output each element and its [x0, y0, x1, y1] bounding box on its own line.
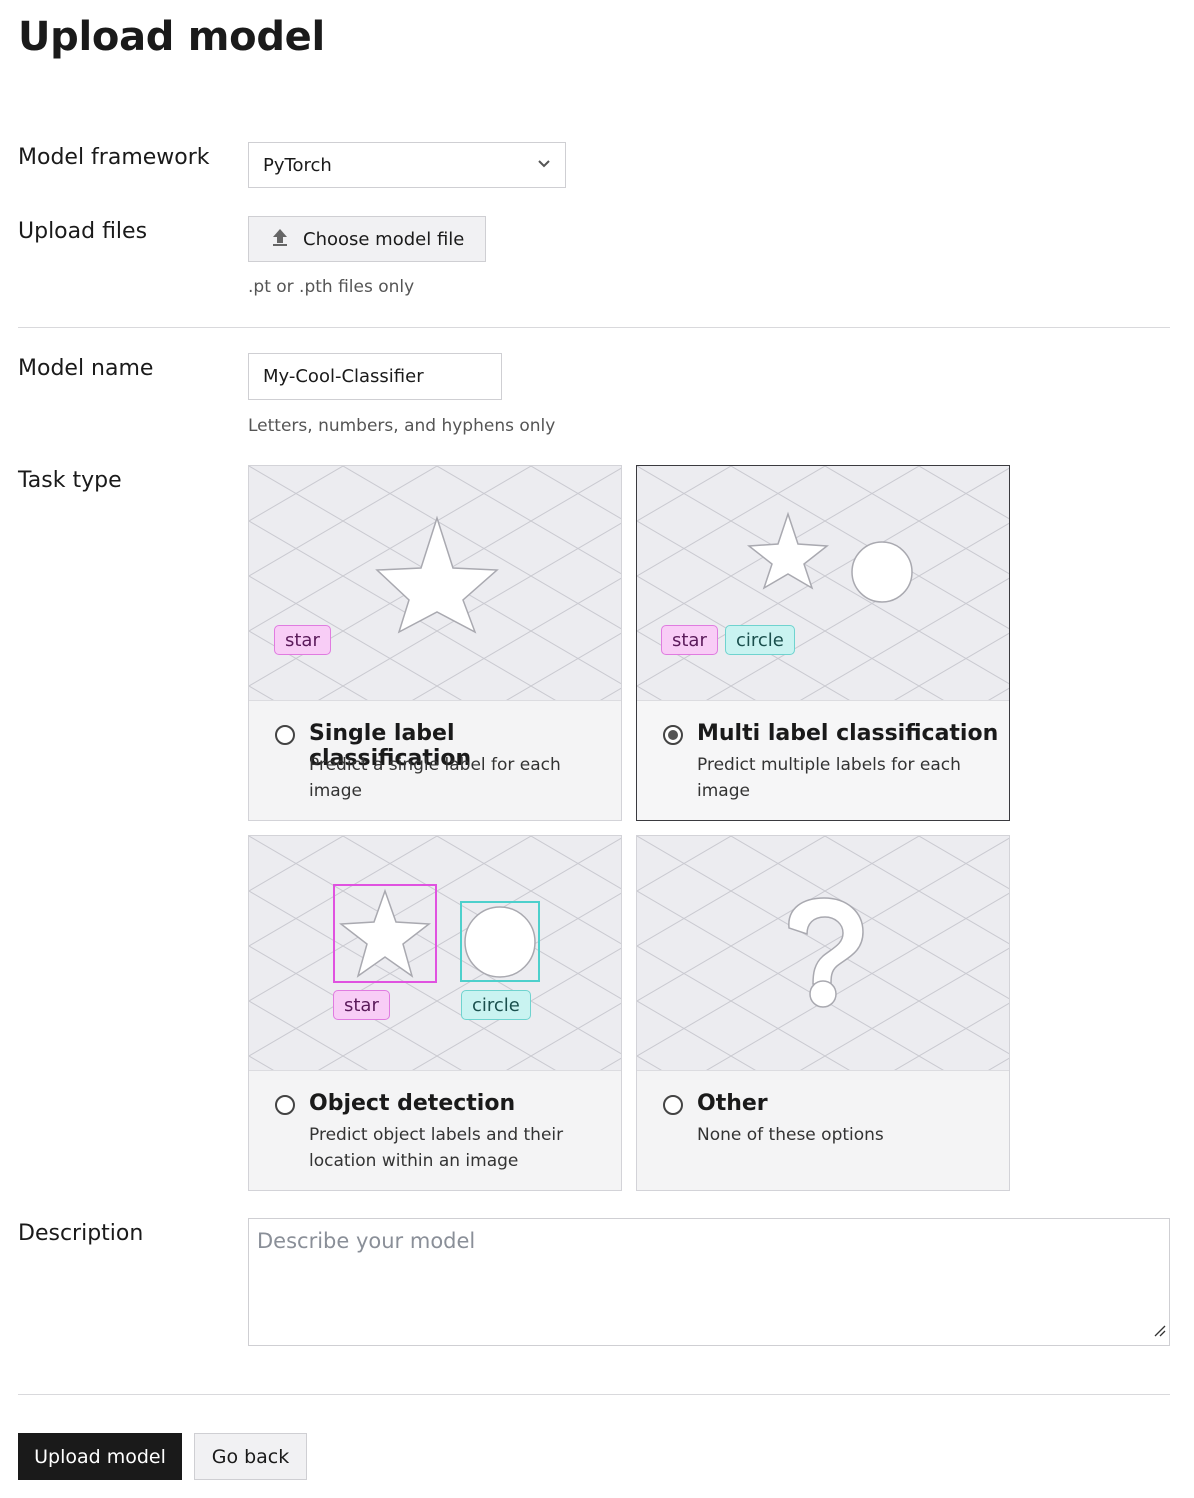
model-name-help: Letters, numbers, and hyphens only — [248, 416, 556, 436]
divider — [18, 327, 1170, 328]
go-back-button[interactable]: Go back — [194, 1433, 307, 1480]
circle-shape — [851, 541, 913, 603]
model-name-value: My-Cool-Classifier — [263, 366, 424, 387]
model-name-input[interactable]: My-Cool-Classifier — [248, 353, 502, 400]
radio-object-detection[interactable] — [275, 1095, 295, 1115]
chevron-down-icon — [537, 157, 551, 173]
multi-label-illustration — [637, 466, 1009, 701]
object-detection-illustration — [249, 836, 621, 1071]
option-title: Other — [697, 1091, 768, 1116]
radio-single-label[interactable] — [275, 725, 295, 745]
tag-circle: circle — [461, 990, 531, 1020]
framework-label: Model framework — [18, 145, 210, 170]
resize-grip-icon[interactable] — [1152, 1318, 1166, 1342]
radio-other[interactable] — [663, 1095, 683, 1115]
option-title: Object detection — [309, 1091, 516, 1116]
choose-file-label: Choose model file — [303, 228, 465, 250]
divider — [18, 1394, 1170, 1395]
framework-value: PyTorch — [263, 154, 332, 176]
task-type-label: Task type — [18, 468, 122, 493]
question-dot-shape — [809, 980, 837, 1008]
option-description: Predict a single label for each image — [309, 755, 561, 801]
single-label-illustration — [249, 466, 621, 701]
radio-multi-label[interactable] — [663, 725, 683, 745]
task-card-other[interactable]: Other None of these options — [636, 835, 1010, 1191]
model-name-label: Model name — [18, 356, 154, 381]
upload-icon — [271, 227, 289, 252]
option-description: None of these options — [697, 1125, 884, 1145]
tag-circle: circle — [725, 625, 795, 655]
option-description: Predict object labels and their location… — [309, 1125, 564, 1171]
description-textarea[interactable]: Describe your model — [248, 1218, 1170, 1346]
task-card-single-label[interactable]: star Single label classification Predict… — [248, 465, 622, 821]
upload-model-button[interactable]: Upload model — [18, 1433, 182, 1480]
description-placeholder: Describe your model — [257, 1229, 476, 1253]
tag-star: star — [661, 625, 718, 655]
tag-star: star — [333, 990, 390, 1020]
option-description: Predict multiple labels for each image — [697, 755, 961, 801]
circle-shape — [464, 906, 536, 978]
option-title: Multi label classification — [697, 721, 999, 746]
upload-help: .pt or .pth files only — [248, 277, 415, 297]
tag-star: star — [274, 625, 331, 655]
framework-select[interactable]: PyTorch — [248, 142, 566, 188]
page-title: Upload model — [18, 14, 325, 60]
choose-file-button[interactable]: Choose model file — [248, 216, 486, 262]
upload-label: Upload files — [18, 219, 148, 244]
description-label: Description — [18, 1221, 144, 1246]
task-card-object-detection[interactable]: star circle Object detection Predict obj… — [248, 835, 622, 1191]
task-card-multi-label[interactable]: star circle Multi label classification P… — [636, 465, 1010, 821]
other-illustration — [637, 836, 1009, 1071]
